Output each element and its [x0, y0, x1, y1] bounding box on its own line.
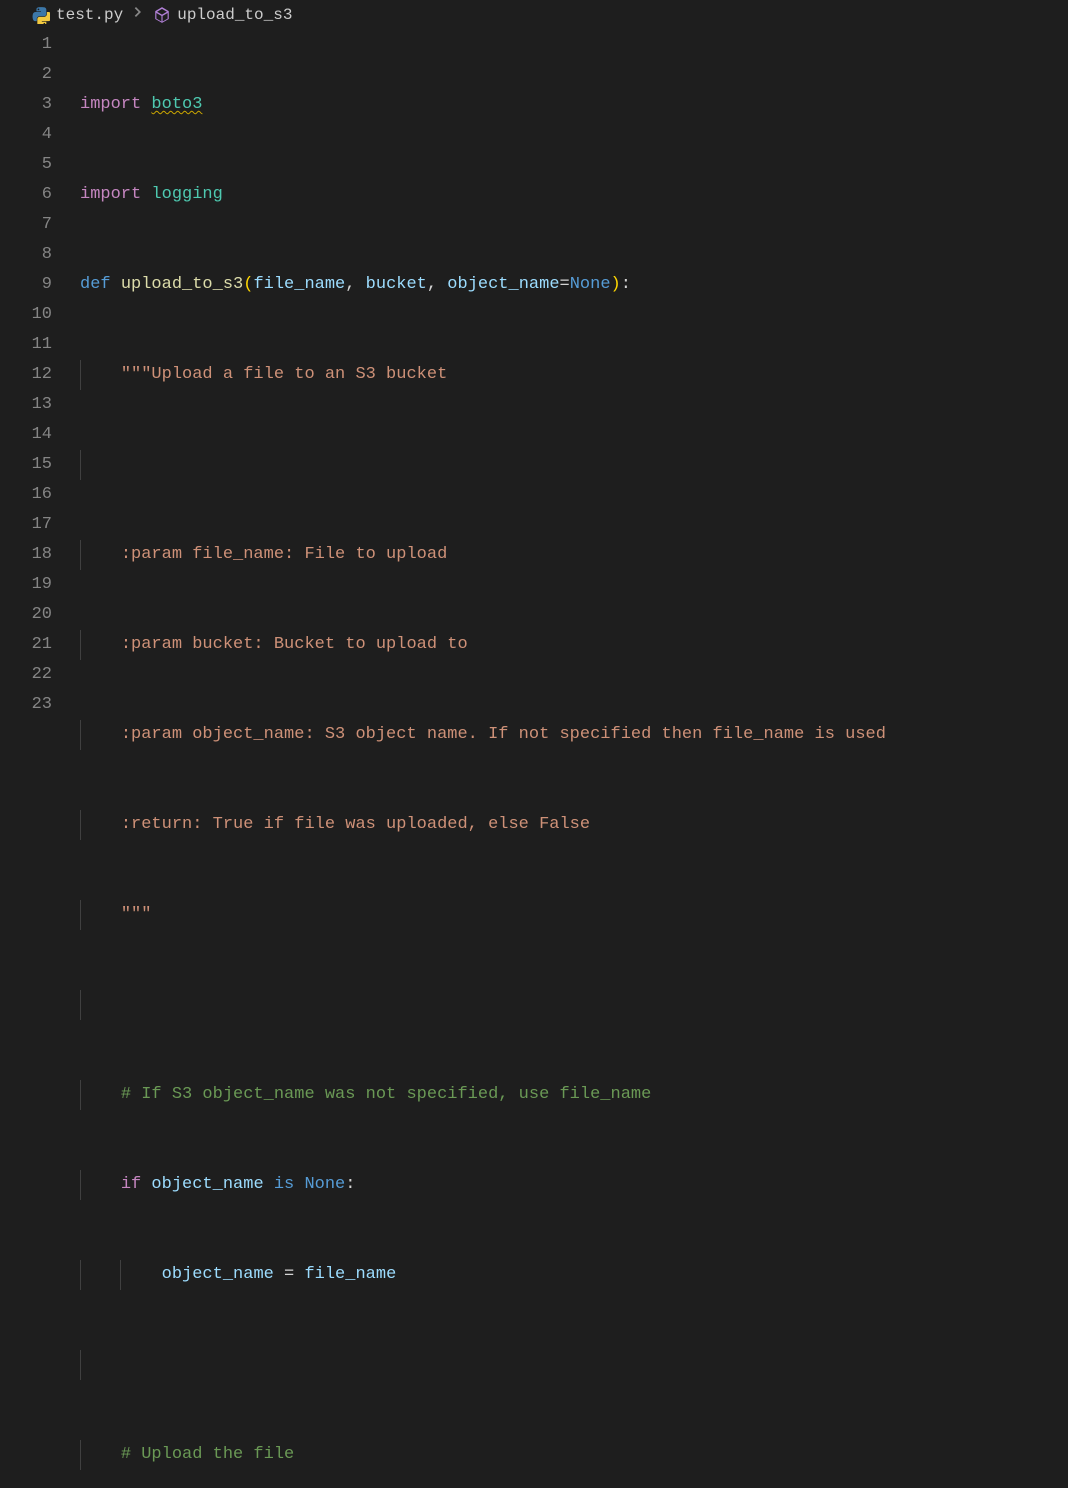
code-line[interactable]: [80, 1350, 1068, 1380]
line-number: 8: [0, 240, 52, 270]
line-number: 5: [0, 150, 52, 180]
line-number: 11: [0, 330, 52, 360]
code-line[interactable]: :param object_name: S3 object name. If n…: [80, 720, 1068, 750]
code-line[interactable]: if object_name is None:: [80, 1170, 1068, 1200]
line-number: 17: [0, 510, 52, 540]
code-line[interactable]: # If S3 object_name was not specified, u…: [80, 1080, 1068, 1110]
line-number: 9: [0, 270, 52, 300]
line-number: 15: [0, 450, 52, 480]
code-line[interactable]: :param file_name: File to upload: [80, 540, 1068, 570]
line-number: 23: [0, 690, 52, 720]
code-line[interactable]: """: [80, 900, 1068, 930]
code-line[interactable]: [80, 450, 1068, 480]
line-number: 12: [0, 360, 52, 390]
code-line[interactable]: import logging: [80, 180, 1068, 210]
code-line[interactable]: object_name = file_name: [80, 1260, 1068, 1290]
code-content[interactable]: import boto3 import logging def upload_t…: [80, 30, 1068, 1488]
code-line[interactable]: # Upload the file: [80, 1440, 1068, 1470]
line-number: 4: [0, 120, 52, 150]
line-number: 13: [0, 390, 52, 420]
line-number-gutter: 1 2 3 4 5 6 7 8 9 10 11 12 13 14 15 16 1…: [0, 30, 80, 1488]
code-line[interactable]: :return: True if file was uploaded, else…: [80, 810, 1068, 840]
code-line[interactable]: import boto3: [80, 90, 1068, 120]
code-line[interactable]: """Upload a file to an S3 bucket: [80, 360, 1068, 390]
line-number: 2: [0, 60, 52, 90]
breadcrumb-file[interactable]: test.py: [56, 6, 123, 24]
line-number: 20: [0, 600, 52, 630]
symbol-method-icon: [153, 6, 171, 24]
line-number: 21: [0, 630, 52, 660]
code-editor[interactable]: 1 2 3 4 5 6 7 8 9 10 11 12 13 14 15 16 1…: [0, 30, 1068, 1488]
line-number: 14: [0, 420, 52, 450]
code-line[interactable]: def upload_to_s3(file_name, bucket, obje…: [80, 270, 1068, 300]
line-number: 1: [0, 30, 52, 60]
code-line[interactable]: :param bucket: Bucket to upload to: [80, 630, 1068, 660]
python-file-icon: [32, 6, 50, 24]
line-number: 6: [0, 180, 52, 210]
breadcrumb[interactable]: test.py upload_to_s3: [0, 0, 1068, 30]
line-number: 16: [0, 480, 52, 510]
line-number: 22: [0, 660, 52, 690]
line-number: 7: [0, 210, 52, 240]
code-line[interactable]: [80, 990, 1068, 1020]
line-number: 3: [0, 90, 52, 120]
line-number: 19: [0, 570, 52, 600]
line-number: 10: [0, 300, 52, 330]
breadcrumb-symbol[interactable]: upload_to_s3: [177, 6, 292, 24]
line-number: 18: [0, 540, 52, 570]
chevron-right-icon: [131, 5, 145, 24]
